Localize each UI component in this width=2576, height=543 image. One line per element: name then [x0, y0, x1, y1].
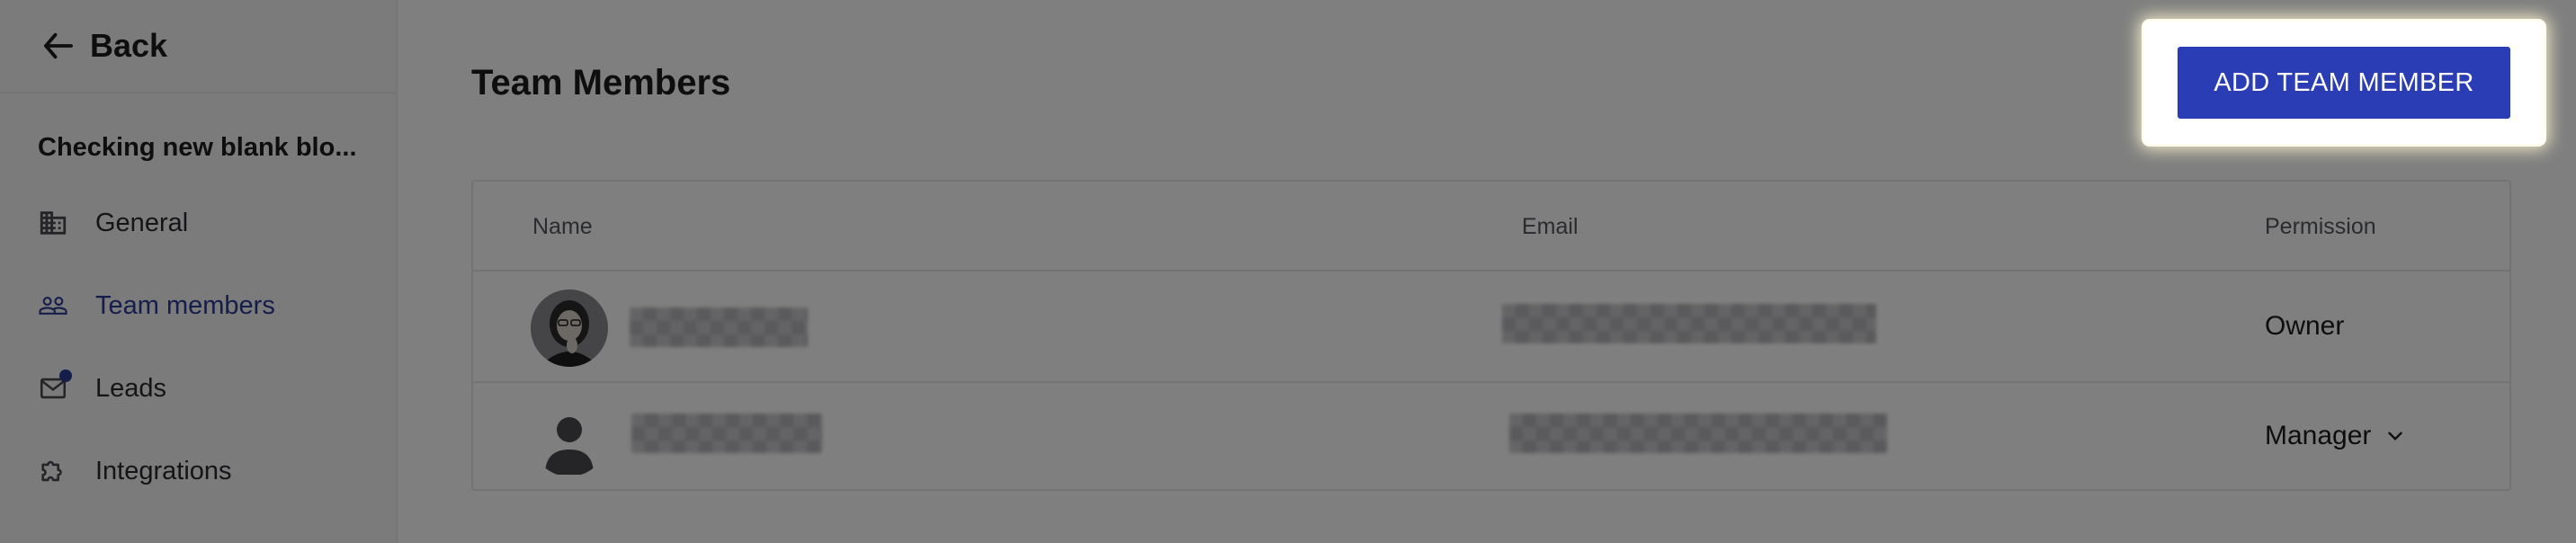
building-icon: [38, 208, 68, 238]
column-header-email: Email: [1522, 214, 1579, 239]
sidebar-item-general[interactable]: General: [38, 198, 188, 248]
person-icon: [531, 399, 608, 476]
sidebar: Back Checking new blank blo... General T…: [0, 0, 398, 543]
project-name: Checking new blank blo...: [38, 133, 357, 162]
permission-select[interactable]: Manager: [2265, 421, 2407, 451]
member-name-redacted: [630, 307, 808, 347]
sidebar-item-label: Leads: [95, 373, 167, 403]
column-header-name: Name: [532, 214, 593, 239]
table-header: Name Email Permission: [473, 182, 2509, 272]
sidebar-item-integrations[interactable]: Integrations: [38, 446, 232, 496]
permission-label: Owner: [2265, 311, 2345, 341]
arrow-left-icon: [44, 32, 73, 59]
chevron-down-icon: [2388, 432, 2403, 441]
mail-icon: [38, 369, 72, 404]
table-row: Owner: [473, 273, 2509, 383]
sidebar-item-team-members[interactable]: Team members: [38, 280, 275, 331]
member-email-redacted: [1502, 304, 1876, 343]
table-row: Manager: [473, 383, 2509, 493]
member-name-redacted: [631, 414, 822, 453]
back-label: Back: [90, 27, 168, 64]
column-header-permission: Permission: [2265, 214, 2376, 239]
app-window: Back Checking new blank blo... General T…: [0, 0, 2576, 543]
notification-dot: [59, 369, 72, 382]
page-title: Team Members: [471, 63, 731, 102]
team-members-table: Name Email Permission Owner Manager: [471, 180, 2511, 491]
permission-label: Manager: [2265, 421, 2372, 450]
back-button[interactable]: Back: [0, 0, 396, 93]
member-email-redacted: [1509, 414, 1887, 453]
highlight-spotlight: ADD TEAM MEMBER: [2144, 22, 2544, 144]
sidebar-item-label: Integrations: [95, 456, 232, 485]
sidebar-item-label: Team members: [95, 290, 275, 320]
add-team-member-button[interactable]: ADD TEAM MEMBER: [2178, 47, 2510, 119]
sidebar-item-label: General: [95, 208, 189, 237]
people-icon: [38, 290, 68, 321]
puzzle-icon: [38, 456, 68, 486]
avatar: [531, 289, 608, 367]
sidebar-item-leads[interactable]: Leads: [38, 363, 166, 414]
